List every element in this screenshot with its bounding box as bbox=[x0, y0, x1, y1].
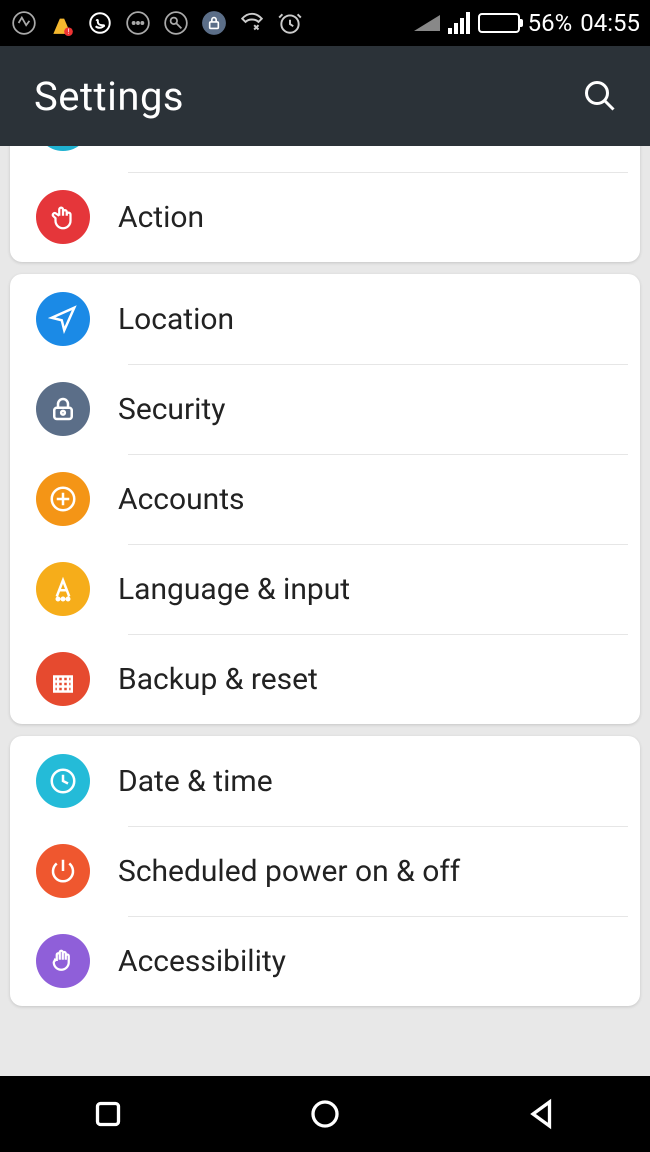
status-bar-right: 56% 04:55 bbox=[414, 9, 640, 37]
settings-item-language[interactable]: Language & input bbox=[10, 544, 640, 634]
hand-open-icon bbox=[36, 934, 90, 988]
circle-icon bbox=[307, 1096, 343, 1132]
settings-list[interactable]: Apps Action Location Security bbox=[0, 146, 650, 1076]
settings-item-backup[interactable]: Backup & reset bbox=[10, 634, 640, 724]
search-button[interactable] bbox=[578, 74, 622, 118]
settings-group: Date & time Scheduled power on & off Acc… bbox=[10, 736, 640, 1006]
signal-bars-icon bbox=[448, 12, 470, 34]
settings-item-accounts[interactable]: Accounts bbox=[10, 454, 640, 544]
search-icon bbox=[582, 78, 618, 114]
lock-icon bbox=[36, 382, 90, 436]
navigation-bar bbox=[0, 1076, 650, 1152]
settings-item-label: Date & time bbox=[118, 764, 273, 799]
svg-text:!: ! bbox=[68, 27, 70, 36]
status-bar-left: ! bbox=[10, 9, 304, 37]
plus-circle-icon bbox=[36, 472, 90, 526]
clock: 04:55 bbox=[580, 9, 640, 37]
settings-item-label: Security bbox=[118, 392, 225, 427]
apps-icon bbox=[36, 146, 90, 151]
letter-a-icon bbox=[36, 562, 90, 616]
settings-item-action[interactable]: Action bbox=[10, 172, 640, 262]
back-button[interactable] bbox=[517, 1089, 567, 1139]
lock-notif-icon bbox=[200, 9, 228, 37]
settings-item-label: Backup & reset bbox=[118, 662, 318, 697]
phone-screen: ! 56% 04:55 Settings bbox=[0, 0, 650, 1152]
clock-icon bbox=[36, 754, 90, 808]
settings-item-apps[interactable]: Apps bbox=[10, 146, 640, 172]
battery-icon bbox=[478, 13, 520, 33]
grid-icon bbox=[36, 652, 90, 706]
settings-group: Location Security Accounts Language & in… bbox=[10, 274, 640, 724]
settings-group: Apps Action bbox=[10, 146, 640, 262]
triangle-back-icon bbox=[524, 1096, 560, 1132]
app-header: Settings bbox=[0, 46, 650, 146]
settings-item-label: Accessibility bbox=[118, 944, 286, 979]
settings-item-label: Accounts bbox=[118, 482, 245, 517]
settings-item-power[interactable]: Scheduled power on & off bbox=[10, 826, 640, 916]
square-icon bbox=[90, 1096, 126, 1132]
app-notif-1-icon bbox=[10, 9, 38, 37]
settings-item-location[interactable]: Location bbox=[10, 274, 640, 364]
home-button[interactable] bbox=[300, 1089, 350, 1139]
signal-triangle-icon bbox=[414, 15, 440, 31]
settings-item-label: Action bbox=[118, 200, 204, 235]
battery-percent: 56% bbox=[528, 9, 573, 37]
settings-item-datetime[interactable]: Date & time bbox=[10, 736, 640, 826]
recent-apps-button[interactable] bbox=[83, 1089, 133, 1139]
alarm-icon bbox=[276, 9, 304, 37]
message-icon bbox=[124, 9, 152, 37]
settings-item-label: Location bbox=[118, 302, 234, 337]
missed-call-icon bbox=[238, 9, 266, 37]
power-icon bbox=[36, 844, 90, 898]
settings-item-security[interactable]: Security bbox=[10, 364, 640, 454]
paper-plane-icon bbox=[36, 292, 90, 346]
settings-item-label: Language & input bbox=[118, 572, 350, 607]
settings-item-label: Scheduled power on & off bbox=[118, 854, 460, 889]
whatsapp-icon bbox=[86, 9, 114, 37]
status-bar: ! 56% 04:55 bbox=[0, 0, 650, 46]
cleaner-icon: ! bbox=[48, 9, 76, 37]
hand-icon bbox=[36, 190, 90, 244]
page-title: Settings bbox=[34, 73, 184, 120]
key-icon bbox=[162, 9, 190, 37]
settings-item-accessibility[interactable]: Accessibility bbox=[10, 916, 640, 1006]
